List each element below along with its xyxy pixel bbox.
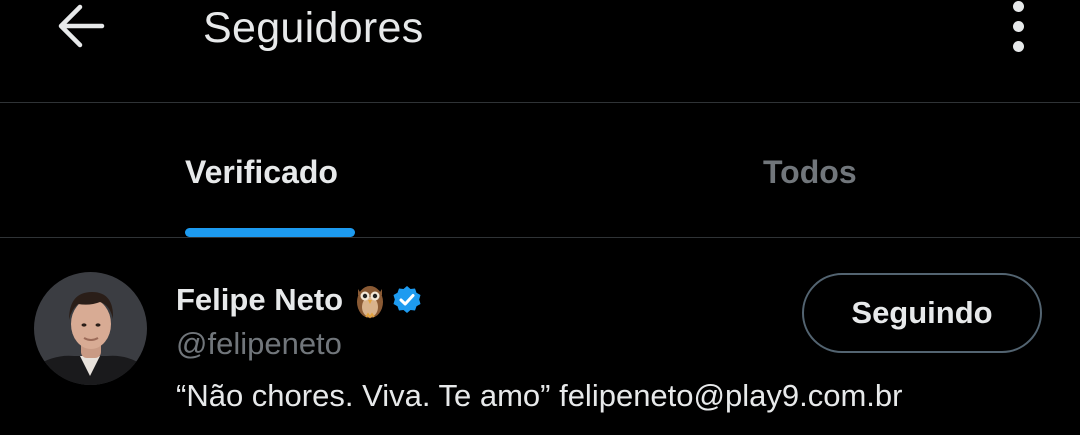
following-button[interactable]: Seguindo [802,273,1042,353]
active-tab-indicator [185,228,355,237]
tab-all[interactable]: Todos [540,103,1080,237]
avatar[interactable] [34,272,147,385]
followers-screen: Seguidores Verificado Todos Felipe Neto … [0,0,1080,435]
tab-bar: Verificado Todos [0,103,1080,238]
user-bio: “Não chores. Viva. Te amo” felipeneto@pl… [176,378,903,413]
more-vertical-icon-dot [1012,40,1024,52]
avatar-image [34,272,147,385]
tab-all-label: Todos [763,154,857,190]
user-display-name: Felipe Neto [176,282,344,317]
arrow-left-icon [58,4,105,48]
more-vertical-icon-dot [1012,20,1024,32]
tab-verified-label: Verificado [185,154,338,190]
back-button[interactable] [52,0,108,52]
more-options-button[interactable] [1000,0,1036,52]
top-app-bar: Seguidores [0,0,1080,103]
user-handle: @felipeneto [176,326,342,361]
verified-badge-icon [391,284,423,316]
user-name-line: Felipe Neto [176,280,423,320]
more-vertical-icon [1012,0,1024,12]
tab-verified[interactable]: Verificado [0,103,540,237]
page-title: Seguidores [203,4,424,52]
owl-emoji-icon [355,281,385,319]
user-list-item[interactable]: Felipe Neto @felipeneto “Não chores. Viv… [0,238,1080,435]
